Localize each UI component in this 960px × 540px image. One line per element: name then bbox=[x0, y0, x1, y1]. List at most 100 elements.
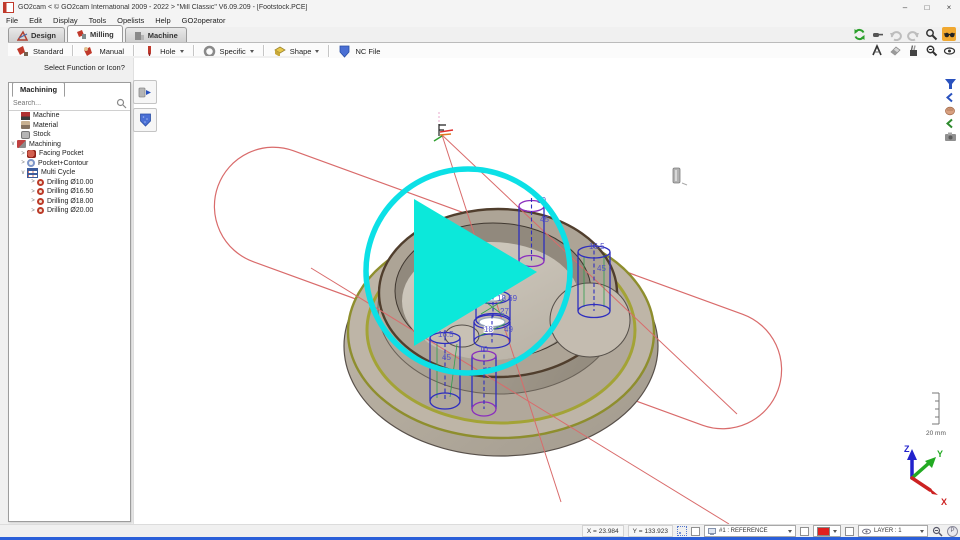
dropdown-caret-icon[interactable] bbox=[180, 50, 184, 53]
tab-design[interactable]: Design bbox=[8, 27, 65, 42]
layer-checkbox[interactable] bbox=[845, 527, 854, 536]
pointer-hand-icon[interactable] bbox=[870, 27, 884, 41]
pens-pot-icon[interactable] bbox=[906, 43, 920, 57]
expander[interactable]: > bbox=[29, 198, 37, 204]
tree-label: Machine bbox=[33, 112, 59, 119]
tab-machine-label: Machine bbox=[148, 31, 178, 40]
dropdown-caret-icon[interactable] bbox=[250, 50, 254, 53]
toolbar-button-ncfile[interactable]: NC File bbox=[330, 44, 388, 58]
eraser-icon[interactable] bbox=[888, 43, 902, 57]
nc-shield-icon bbox=[139, 113, 152, 127]
tab-milling[interactable]: Milling bbox=[67, 25, 123, 42]
filter-icon[interactable] bbox=[942, 78, 958, 90]
tree-item-pocket-contour[interactable]: > Pocket+Contour bbox=[9, 159, 130, 169]
app-icon bbox=[3, 2, 14, 13]
simulation-button[interactable] bbox=[133, 80, 157, 104]
reference-value: #1 : REFERENCE bbox=[719, 528, 785, 534]
camera-capture-icon[interactable] bbox=[942, 130, 958, 142]
caret-down-icon bbox=[788, 530, 792, 533]
grid-snap-icon[interactable] bbox=[677, 526, 687, 536]
part-model[interactable] bbox=[344, 209, 658, 456]
menu-edit[interactable]: Edit bbox=[29, 16, 42, 25]
x-label: X = bbox=[587, 528, 597, 535]
tree-label: Drilling Ø20.00 bbox=[47, 207, 93, 214]
expander[interactable]: > bbox=[29, 208, 37, 214]
dim-label: 45 bbox=[540, 215, 549, 224]
expander[interactable]: v bbox=[9, 141, 17, 147]
tree-item-drilling-18[interactable]: > Drilling Ø18.00 bbox=[9, 197, 130, 207]
y-value: 133.923 bbox=[645, 528, 669, 535]
drilling-icon bbox=[37, 207, 44, 214]
menu-display[interactable]: Display bbox=[53, 16, 78, 25]
axis-y-label: Y bbox=[937, 449, 943, 459]
dim-label: 49 bbox=[504, 325, 513, 334]
maximize-button[interactable]: □ bbox=[916, 3, 938, 12]
expander[interactable]: > bbox=[29, 189, 37, 195]
search-input[interactable] bbox=[9, 99, 116, 108]
color-checkbox[interactable] bbox=[800, 527, 809, 536]
hand-grab-icon[interactable] bbox=[942, 104, 958, 116]
menu-help[interactable]: Help bbox=[155, 16, 170, 25]
tree-item-facing-pocket[interactable]: > Facing Pocket bbox=[9, 149, 130, 159]
reference-checkbox[interactable] bbox=[691, 527, 700, 536]
menu-opelists[interactable]: Opelists bbox=[117, 16, 144, 25]
tree-item-material[interactable]: Material bbox=[9, 121, 130, 131]
nc-shield-button[interactable] bbox=[133, 108, 157, 132]
y-label: Y = bbox=[633, 528, 643, 535]
panel-tab-label: Machining bbox=[20, 85, 57, 94]
tab-milling-label: Milling bbox=[90, 30, 114, 39]
tree-item-drilling-10[interactable]: > Drilling Ø10.00 bbox=[9, 178, 130, 188]
dropdown-caret-icon[interactable] bbox=[315, 50, 319, 53]
expander[interactable]: > bbox=[29, 179, 37, 185]
minimize-button[interactable]: – bbox=[894, 3, 916, 12]
zoom-attributes-icon[interactable] bbox=[932, 526, 943, 537]
tree-item-stock[interactable]: Stock bbox=[9, 130, 130, 140]
operator-p-icon[interactable]: P bbox=[947, 526, 958, 537]
redo-icon[interactable] bbox=[906, 27, 920, 41]
viewport-float-buttons bbox=[133, 80, 157, 132]
regen-sync-icon[interactable] bbox=[852, 27, 866, 41]
viewport-canvas[interactable]: 10 45 16.5 45 18.69 27 bbox=[134, 58, 960, 524]
tree-item-machining[interactable]: v Machining bbox=[9, 140, 130, 150]
layer-dropdown[interactable]: LAYER : 1 bbox=[858, 525, 928, 537]
collapse-left-green-icon[interactable] bbox=[942, 117, 958, 129]
tool-preview bbox=[673, 168, 687, 185]
close-button[interactable]: × bbox=[938, 3, 960, 12]
tab-machining-panel[interactable]: Machining bbox=[12, 82, 65, 97]
zoom-window-icon[interactable] bbox=[924, 43, 938, 57]
facing-pocket-icon bbox=[27, 150, 36, 158]
axis-triad: Z Y X bbox=[904, 444, 947, 507]
undo-icon[interactable] bbox=[888, 27, 902, 41]
machining-icon bbox=[17, 140, 26, 148]
expander[interactable]: > bbox=[19, 151, 27, 157]
machine-icon bbox=[21, 112, 30, 120]
axis-z-label: Z bbox=[904, 444, 910, 454]
caret-down-icon bbox=[920, 530, 924, 533]
measure-tools-icon[interactable] bbox=[870, 43, 884, 57]
color-dropdown[interactable] bbox=[813, 525, 841, 537]
expander[interactable]: > bbox=[19, 160, 27, 166]
glasses-view-icon[interactable] bbox=[942, 27, 956, 41]
expander[interactable]: v bbox=[19, 170, 27, 176]
toolbar-label-ncfile: NC File bbox=[355, 47, 380, 56]
tree-item-machine[interactable]: Machine bbox=[9, 111, 130, 121]
tree-item-multi-cycle[interactable]: v Multi Cycle bbox=[9, 168, 130, 178]
caret-down-icon bbox=[833, 530, 837, 533]
tree-item-drilling-20[interactable]: > Drilling Ø20.00 bbox=[9, 206, 130, 216]
tab-machine[interactable]: Machine bbox=[125, 27, 187, 42]
menu-tools[interactable]: Tools bbox=[89, 16, 107, 25]
menu-go2operator[interactable]: GO2operator bbox=[182, 16, 226, 25]
stock-icon bbox=[21, 131, 30, 139]
toolbar-label-manual: Manual bbox=[99, 47, 124, 56]
visibility-eye-icon[interactable] bbox=[942, 43, 956, 57]
design-icon bbox=[17, 30, 28, 41]
tree-item-drilling-16-5[interactable]: > Drilling Ø16.50 bbox=[9, 187, 130, 197]
simulation-play-icon bbox=[138, 86, 153, 99]
viewport-3d[interactable]: 10 45 16.5 45 18.69 27 bbox=[133, 58, 960, 524]
pocket-contour-icon bbox=[27, 159, 35, 167]
multi-cycle-icon bbox=[27, 168, 38, 178]
menu-file[interactable]: File bbox=[6, 16, 18, 25]
reference-plane-dropdown[interactable]: #1 : REFERENCE bbox=[704, 525, 796, 537]
zoom-search-icon[interactable] bbox=[924, 27, 938, 41]
collapse-left-blue-icon[interactable] bbox=[942, 91, 958, 103]
